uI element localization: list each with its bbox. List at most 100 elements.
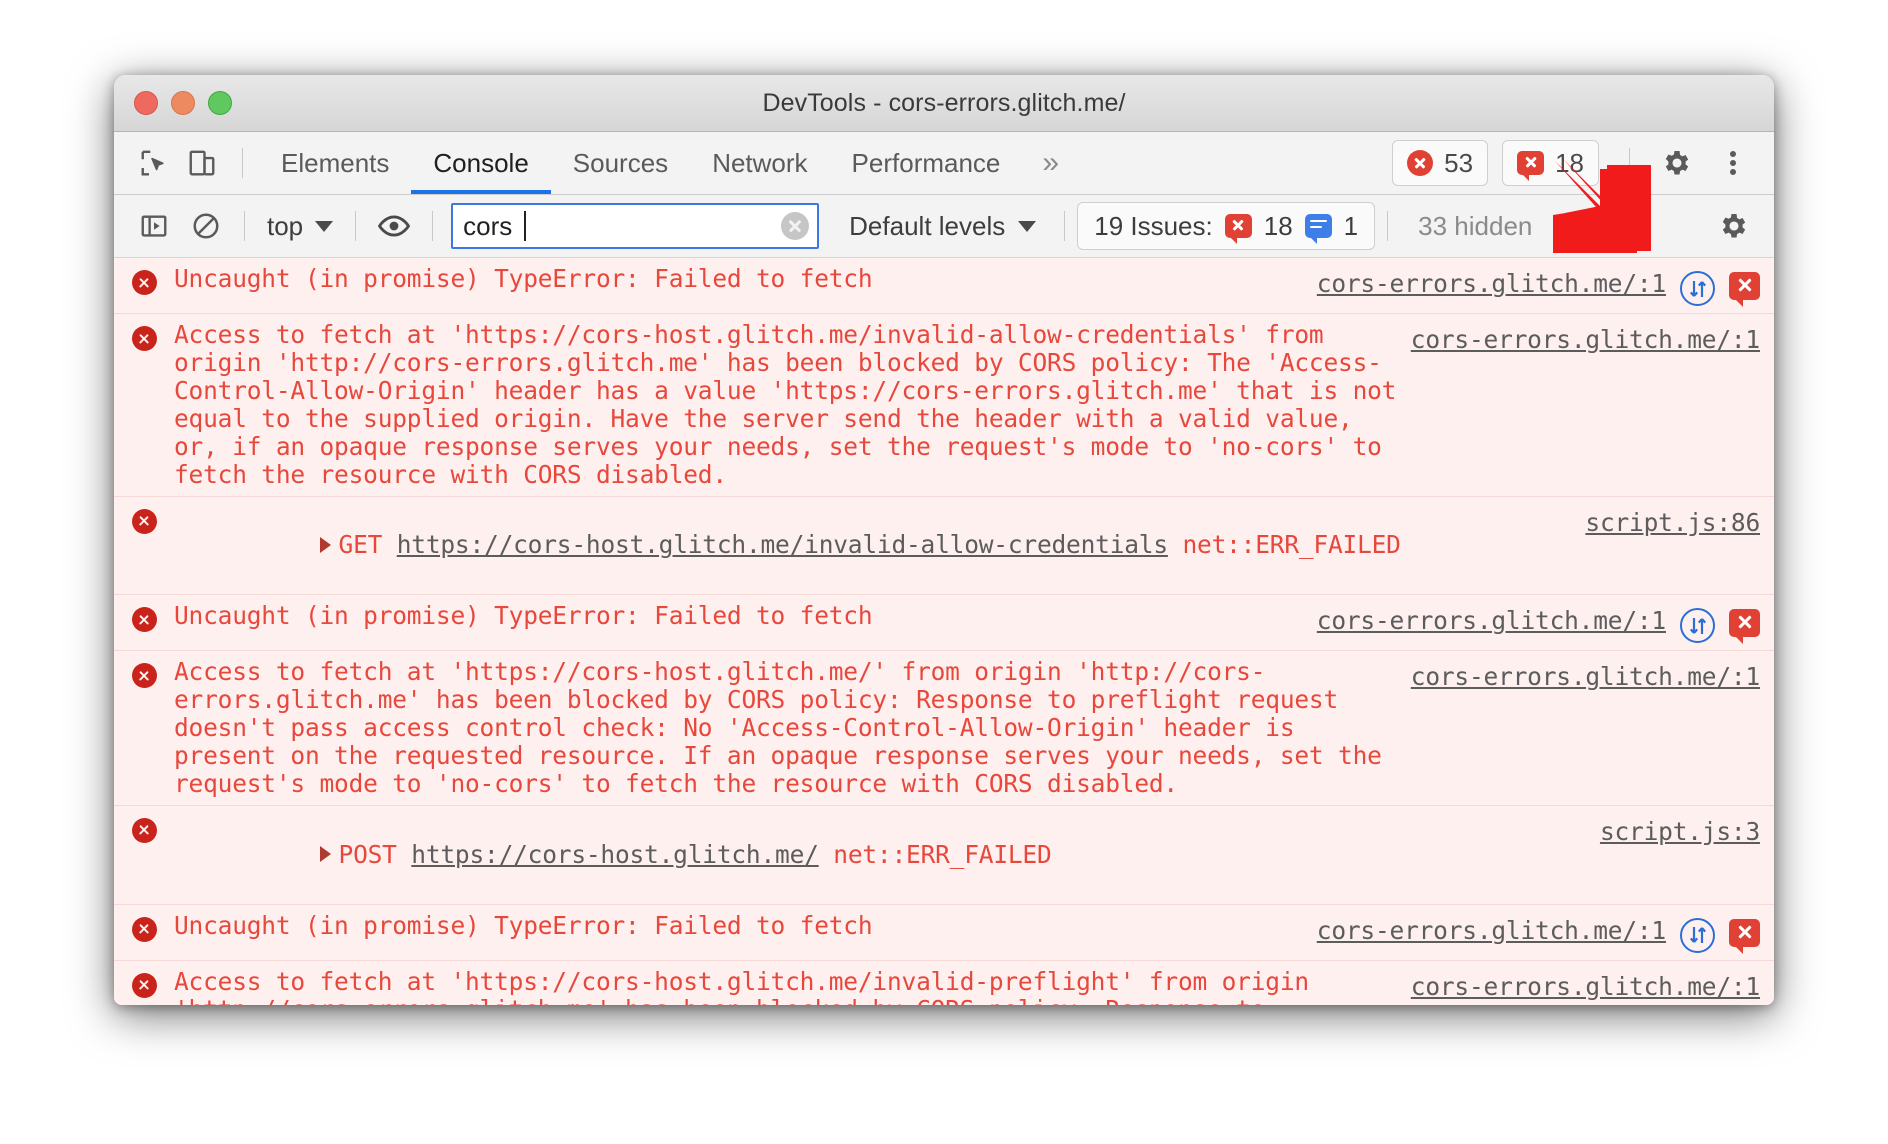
tab-elements[interactable]: Elements (259, 132, 411, 194)
filterbar-divider-4 (1064, 211, 1066, 241)
log-levels-label: Default levels (849, 210, 1006, 241)
tabbar-right-divider (1629, 148, 1630, 178)
issue-count-value: 18 (1555, 147, 1584, 178)
console-message-row[interactable]: Access to fetch at 'https://cors-host.gl… (114, 651, 1774, 806)
hidden-messages-count: 33 hidden (1418, 210, 1533, 241)
console-filter-toolbar: top Default levels (114, 195, 1774, 258)
filterbar-divider-1 (244, 211, 245, 241)
error-circle-icon (131, 916, 157, 942)
error-circle-icon (131, 326, 157, 351)
issues-info-count: 1 (1343, 210, 1359, 241)
request-method: GET (338, 530, 383, 560)
console-message-meta: cors-errors.glitch.me/:1 (1317, 602, 1774, 645)
error-icon-cell (114, 813, 174, 843)
console-message-meta: script.js:86 (1585, 504, 1774, 537)
expand-triangle-icon[interactable] (319, 846, 331, 863)
kebab-menu-icon[interactable] (1708, 139, 1758, 187)
network-request-icon[interactable] (1680, 608, 1715, 644)
network-request-icon[interactable] (1680, 917, 1715, 953)
execution-context-selector[interactable]: top (257, 211, 343, 242)
gear-icon[interactable] (1652, 139, 1702, 187)
clear-input-icon[interactable] (781, 212, 810, 240)
console-message-row[interactable]: POST https://cors-host.glitch.me/ net::E… (114, 805, 1774, 905)
issue-bubble-icon (1517, 151, 1545, 181)
chevron-down-icon (315, 220, 334, 232)
source-link[interactable]: cors-errors.glitch.me/:1 (1411, 662, 1760, 691)
more-tabs-icon[interactable]: » (1022, 146, 1076, 180)
toolbar-divider (242, 148, 243, 178)
console-message-row[interactable]: Uncaught (in promise) TypeError: Failed … (114, 904, 1774, 961)
issue-info-bubble-icon (1304, 214, 1332, 244)
error-circle-icon (131, 817, 157, 843)
issue-bubble-icon[interactable] (1729, 272, 1760, 307)
inspect-element-icon[interactable] (130, 140, 178, 186)
network-request-icon[interactable] (1680, 271, 1715, 306)
panel-tabs: Elements Console Sources Network Perform… (259, 132, 1076, 194)
request-method: POST (338, 839, 397, 869)
console-message-meta: script.js:3 (1600, 813, 1774, 846)
tab-performance[interactable]: Performance (830, 132, 1023, 194)
console-message-meta: cors-errors.glitch.me/:1 (1317, 912, 1774, 954)
source-link[interactable]: cors-errors.glitch.me/:1 (1411, 972, 1760, 1001)
console-message-text: Uncaught (in promise) TypeError: Failed … (174, 601, 873, 631)
devtools-window: DevTools - cors-errors.glitch.me/ Elemen… (114, 75, 1774, 1005)
error-circle-icon (131, 270, 157, 295)
source-link[interactable]: cors-errors.glitch.me/:1 (1411, 325, 1760, 354)
tab-console[interactable]: Console (411, 132, 550, 194)
filter-input[interactable] (451, 203, 820, 249)
error-icon-cell (114, 504, 174, 534)
request-url[interactable]: https://cors-host.glitch.me/invalid-allo… (397, 530, 1168, 559)
error-count-value: 53 (1444, 147, 1474, 178)
error-icon-cell (114, 912, 174, 942)
tab-sources[interactable]: Sources (551, 132, 690, 194)
console-message-text: POST https://cors-host.glitch.me/ net::E… (174, 813, 1600, 897)
clear-console-icon[interactable] (180, 202, 232, 250)
console-sidebar-icon[interactable] (128, 202, 180, 250)
filterbar-right-group (1708, 202, 1760, 250)
source-link[interactable]: cors-errors.glitch.me/:1 (1317, 916, 1666, 945)
filterbar-divider-3 (432, 211, 434, 241)
console-message-text: GET https://cors-host.glitch.me/invalid-… (174, 504, 1585, 588)
request-url[interactable]: https://cors-host.glitch.me/ (411, 840, 819, 869)
error-icon-cell (114, 602, 174, 633)
window-titlebar: DevTools - cors-errors.glitch.me/ (114, 75, 1774, 132)
console-message-text: Access to fetch at 'https://cors-host.gl… (174, 320, 1411, 489)
live-expression-eye-icon[interactable] (368, 202, 420, 250)
tab-network[interactable]: Network (690, 132, 829, 194)
console-message-row[interactable]: Uncaught (in promise) TypeError: Failed … (114, 595, 1774, 652)
error-count-badge[interactable]: 53 (1392, 140, 1489, 186)
source-link[interactable]: cors-errors.glitch.me/:1 (1317, 269, 1666, 298)
devtools-tabbar: Elements Console Sources Network Perform… (114, 132, 1774, 195)
issue-count-badge[interactable]: 18 (1502, 140, 1599, 186)
source-link[interactable]: cors-errors.glitch.me/:1 (1317, 606, 1666, 635)
filterbar-divider-2 (355, 211, 357, 241)
gear-icon[interactable] (1708, 202, 1760, 250)
filter-input-wrapper (451, 203, 820, 249)
issue-bubble-icon[interactable] (1729, 918, 1760, 954)
console-message-row[interactable]: Uncaught (in promise) TypeError: Failed … (114, 258, 1774, 314)
tabbar-right-group: 53 18 (1392, 139, 1758, 187)
console-message-row[interactable]: Access to fetch at 'https://cors-host.gl… (114, 314, 1774, 497)
source-link[interactable]: script.js:86 (1585, 508, 1760, 537)
execution-context-label: top (267, 210, 304, 241)
error-icon-cell (114, 265, 174, 295)
error-circle-icon (131, 663, 157, 689)
console-message-row[interactable]: Access to fetch at 'https://cors-host.gl… (114, 960, 1774, 1005)
log-levels-selector[interactable]: Default levels (833, 211, 1052, 242)
error-circle-icon (131, 508, 157, 534)
issues-summary-badge[interactable]: 19 Issues: 18 1 (1077, 202, 1376, 250)
text-cursor (524, 211, 527, 241)
source-link[interactable]: script.js:3 (1600, 817, 1760, 846)
issues-label: 19 Issues: (1094, 210, 1213, 241)
console-message-list[interactable]: Uncaught (in promise) TypeError: Failed … (114, 258, 1774, 1005)
issue-error-bubble-icon (1224, 214, 1252, 244)
expand-triangle-icon[interactable] (319, 536, 331, 553)
issue-bubble-icon[interactable] (1729, 609, 1760, 645)
error-icon-cell (114, 658, 174, 689)
console-message-row[interactable]: GET https://cors-host.glitch.me/invalid-… (114, 496, 1774, 596)
device-toolbar-icon[interactable] (178, 140, 226, 186)
request-status: net::ERR_FAILED (833, 839, 1052, 869)
issues-error-count: 18 (1263, 210, 1293, 241)
filterbar-divider-5 (1387, 211, 1389, 241)
error-icon-cell (114, 321, 174, 351)
